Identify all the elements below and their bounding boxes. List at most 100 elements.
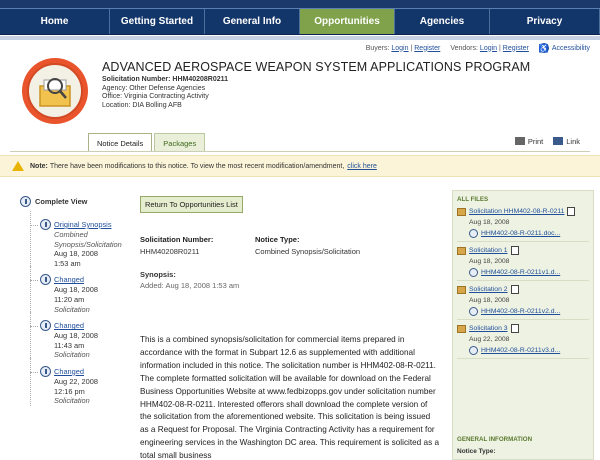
nav-tab-agencies[interactable]: Agencies xyxy=(395,9,490,34)
history-item-link[interactable]: Changed xyxy=(54,367,84,376)
history-item-details: Aug 22, 2008 12:16 pm Solicitation xyxy=(54,377,135,406)
file-download-row: HHM402-08-R-0211v2.d... xyxy=(469,307,589,316)
file-date: Aug 18, 2008 xyxy=(469,258,510,265)
file-title-row: Solicitation 2 xyxy=(457,285,589,294)
print-link-group: Print Link xyxy=(514,137,580,146)
print-button[interactable]: Print xyxy=(514,137,543,146)
notice-meta: Solicitation Number: HHM40208R0211 Agenc… xyxy=(102,76,228,110)
history-item: Original Synopsis Combined Synopsis/Solic… xyxy=(30,210,135,269)
notice-type-field: Notice Type: Combined Synopsis/Solicitat… xyxy=(255,234,440,258)
history-item-type: Solicitation xyxy=(54,396,90,406)
tab-packages[interactable]: Packages xyxy=(154,133,206,151)
file-download-link[interactable]: HHM402-08-R-0211v1.d... xyxy=(481,269,560,276)
buyers-links: Buyers: Login | Register xyxy=(366,45,441,52)
detail-tabs: Notice Details Packages xyxy=(88,133,207,152)
nav-tab-opportunities[interactable]: Opportunities xyxy=(300,9,395,34)
download-icon xyxy=(469,268,478,277)
synopsis-body: This is a combined synopsis/solicitation… xyxy=(140,335,439,460)
general-notice-type-label: Notice Type: xyxy=(457,448,496,455)
files-panel: ALL FILES Solicitation HHM402-08-R-0211 A… xyxy=(452,190,594,460)
separator: | xyxy=(410,44,413,52)
note-label: Note: xyxy=(30,162,48,170)
office: Office: Virginia Contracting Activity xyxy=(102,93,209,101)
history-item-head: Original Synopsis xyxy=(40,219,135,230)
link-button[interactable]: Link xyxy=(553,137,580,146)
solicitation-number-field: Solicitation Number: HHM40208R0211 xyxy=(140,234,250,258)
page-title: ADVANCED AEROSPACE WEAPON SYSTEM APPLICA… xyxy=(102,60,531,74)
file-download-row: HHM402-08-R-0211.doc... xyxy=(469,229,589,238)
synopsis-section: Synopsis: Added: Aug 18, 2008 1:53 am xyxy=(140,270,239,290)
file-date: Aug 18, 2008 xyxy=(469,297,510,304)
field-value: HHM40208R0211 xyxy=(140,247,200,256)
vendors-register-link[interactable]: Register xyxy=(503,45,529,52)
file-date: Aug 22, 2008 xyxy=(469,336,510,343)
accessibility-icon: ♿ xyxy=(538,43,549,53)
tab-notice-details[interactable]: Notice Details xyxy=(88,133,153,152)
file-title-row: Solicitation 3 xyxy=(457,324,589,333)
nav-tab-privacy[interactable]: Privacy xyxy=(490,9,600,34)
modification-link[interactable]: click here xyxy=(347,163,377,170)
buyers-label: Buyers: xyxy=(365,44,390,52)
history-item-date: Aug 18, 2008 xyxy=(54,249,98,259)
general-information: GENERAL INFORMATION Notice Type: xyxy=(453,431,595,455)
file-title-link[interactable]: Solicitation HHM402-08-R-0211 xyxy=(469,208,564,215)
field-label: Solicitation Number: xyxy=(140,235,214,244)
history-item-details: Aug 18, 2008 11:20 am Solicitation xyxy=(54,285,135,314)
file-divider xyxy=(457,358,589,359)
history-item-date: Aug 22, 2008 xyxy=(54,376,98,386)
nav-tab-getting-started[interactable]: Getting Started xyxy=(110,9,205,34)
document-icon[interactable] xyxy=(567,207,576,216)
history-item-time: 1:53 am xyxy=(54,258,81,268)
nav-bar: Home Getting Started General Info Opportuni… xyxy=(0,8,600,35)
nav-tab-general-info[interactable]: General Info xyxy=(205,9,300,34)
history-item-date: Aug 18, 2008 xyxy=(54,285,98,295)
view-icon xyxy=(40,219,51,230)
file-title-link[interactable]: Solicitation 2 xyxy=(469,286,508,293)
synopsis-added: Added: Aug 18, 2008 1:53 am xyxy=(140,281,240,290)
general-info-heading: GENERAL INFORMATION xyxy=(457,436,533,443)
warning-icon xyxy=(12,161,24,171)
location: Location: DIA Bolling AFB xyxy=(102,101,182,109)
history-item-link[interactable]: Original Synopsis xyxy=(54,220,112,229)
file-item: Solicitation 3 Aug 22, 2008 HHM402-08-R-02… xyxy=(453,320,593,359)
history-item-time: 11:43 am xyxy=(54,340,85,350)
file-title-row: Solicitation 1 xyxy=(457,246,589,255)
tree-connector xyxy=(30,326,38,328)
history-item: Changed Aug 18, 2008 11:20 am Solicitation xyxy=(30,266,135,314)
file-item: Solicitation 1 Aug 18, 2008 HHM402-08-R-02… xyxy=(453,242,593,281)
document-icon[interactable] xyxy=(510,324,519,333)
document-icon[interactable] xyxy=(510,246,519,255)
file-download-row: HHM402-08-R-0211v1.d... xyxy=(469,268,589,277)
top-stripe xyxy=(0,0,600,8)
package-icon xyxy=(457,324,466,333)
field-label: Notice Type: xyxy=(255,235,300,244)
history-item-head: Changed xyxy=(40,320,135,332)
separator: | xyxy=(499,44,501,52)
file-download-link[interactable]: HHM402-08-R-0211v3.d... xyxy=(481,347,560,354)
return-button[interactable]: Return To Opportunities List xyxy=(140,196,243,213)
file-download-link[interactable]: HHM402-08-R-0211v2.d... xyxy=(481,308,560,315)
file-title-link[interactable]: Solicitation 1 xyxy=(469,247,508,254)
buyers-register-link[interactable]: Register xyxy=(414,45,440,52)
all-files-heading: ALL FILES xyxy=(457,196,489,203)
vendors-login-link[interactable]: Login xyxy=(480,45,497,52)
file-title-row: Solicitation HHM402-08-R-0211 xyxy=(457,207,589,216)
buyers-login-link[interactable]: Login xyxy=(391,45,408,52)
file-download-link[interactable]: HHM402-08-R-0211.doc... xyxy=(481,230,560,237)
accessibility-link[interactable]: ♿ Accessibility xyxy=(538,43,590,53)
history-item-date: Aug 18, 2008 xyxy=(54,331,98,341)
view-icon xyxy=(40,365,51,377)
tree-connector xyxy=(30,371,38,373)
fbo-logo-icon xyxy=(22,58,88,124)
history-item-type: Combined Synopsis/Solicitation xyxy=(54,230,122,249)
file-title-link[interactable]: Solicitation 3 xyxy=(469,325,508,332)
document-icon[interactable] xyxy=(510,285,519,294)
complete-view[interactable]: Complete View xyxy=(20,196,135,207)
history-item-link[interactable]: Changed xyxy=(54,321,84,330)
nav-tab-home[interactable]: Home xyxy=(0,9,110,34)
complete-view-label: Complete View xyxy=(35,197,88,206)
history-item-time: 12:16 pm xyxy=(54,386,85,396)
history-item-link[interactable]: Changed xyxy=(54,275,84,284)
utility-links: Buyers: Login | Register Vendors: Login … xyxy=(366,43,590,53)
main-content: Return To Opportunities List Solicitatio… xyxy=(140,196,440,460)
